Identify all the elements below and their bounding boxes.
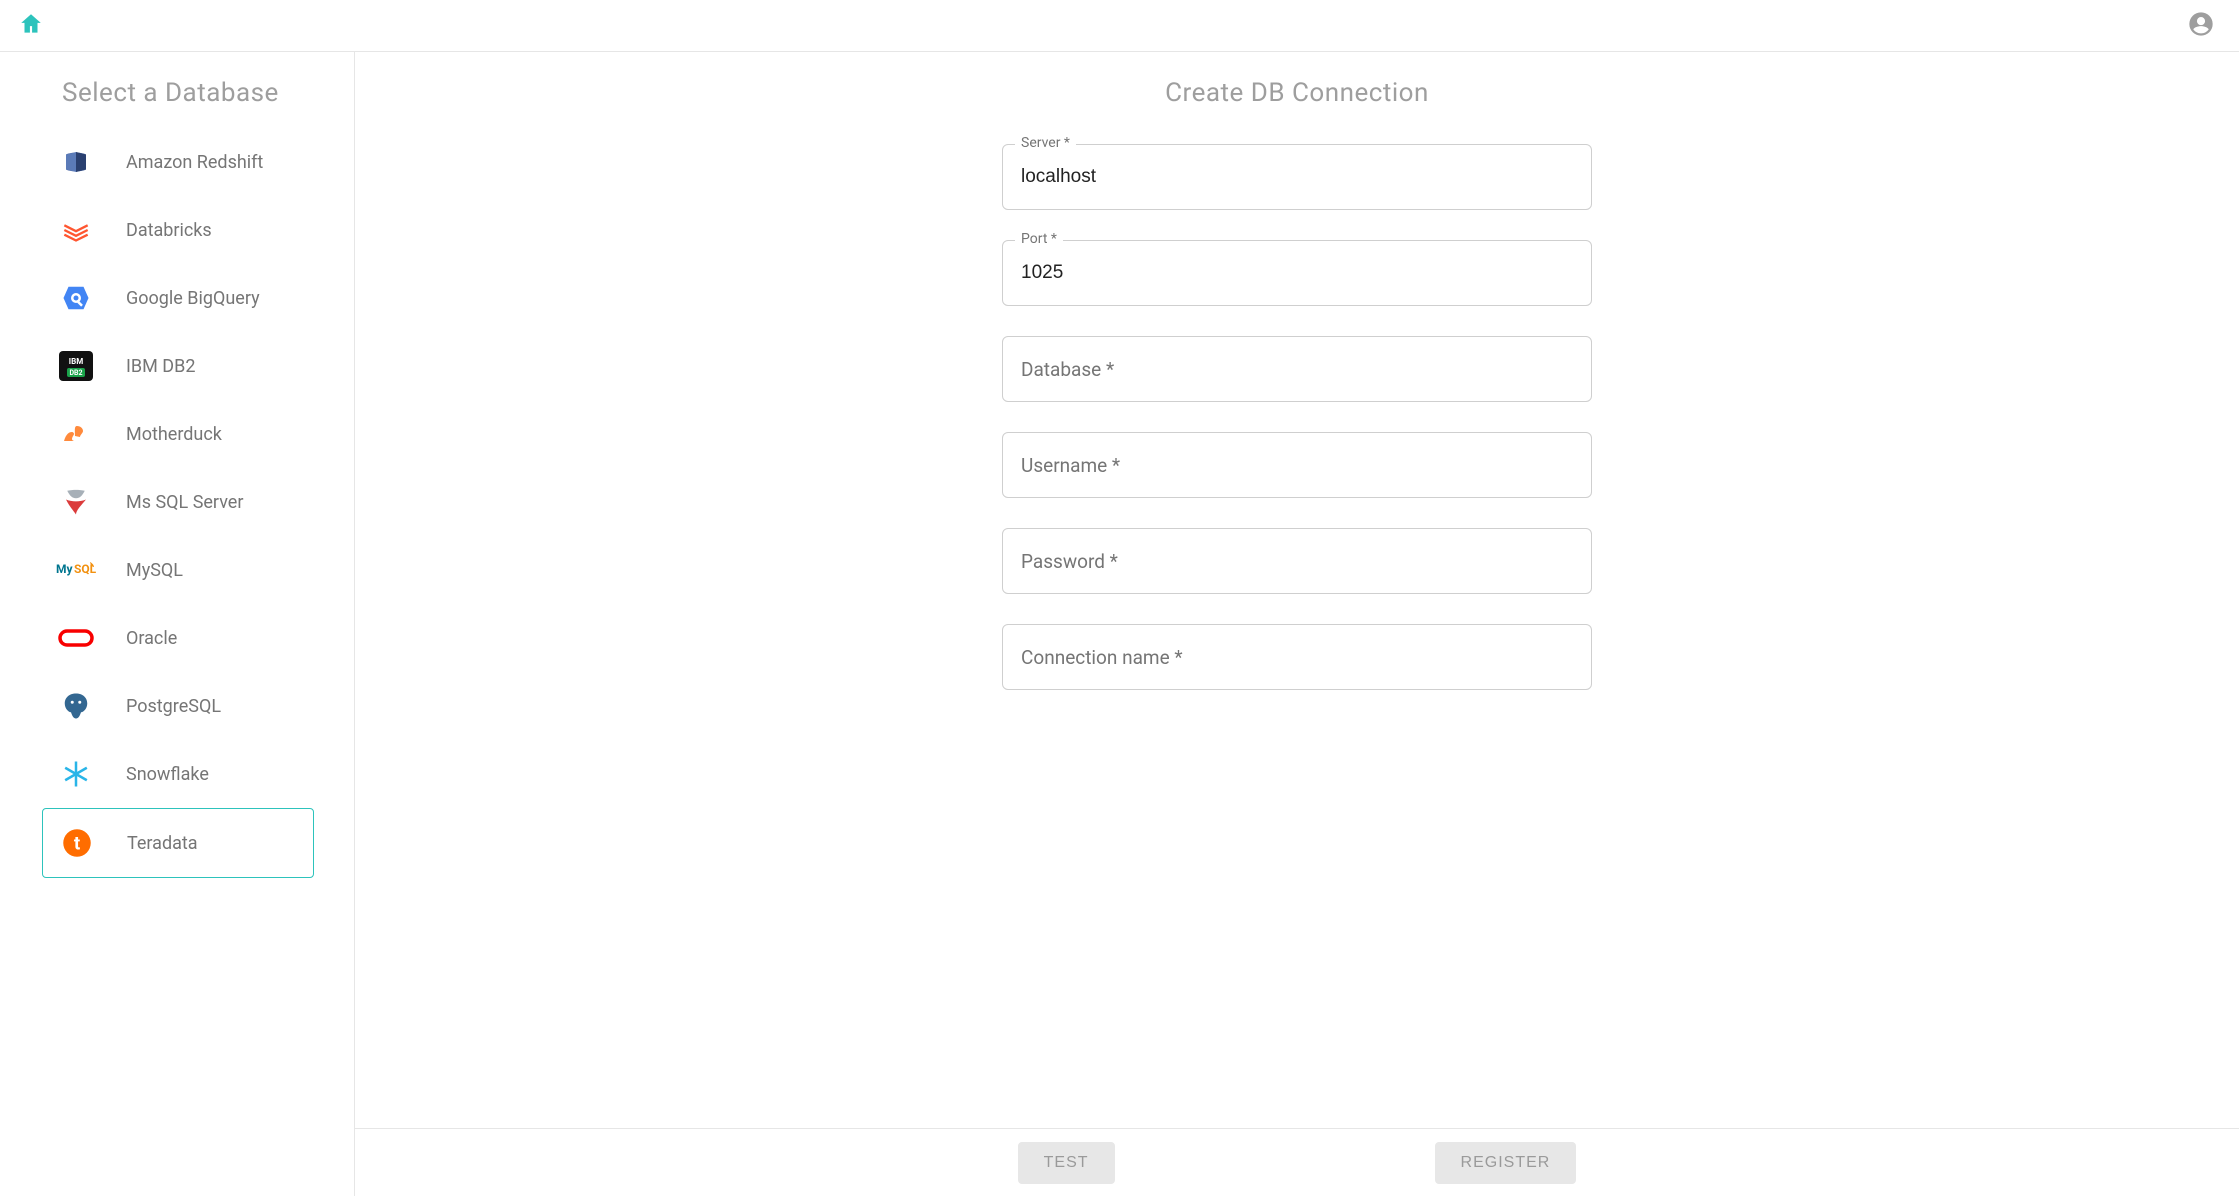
mssql-icon xyxy=(56,484,96,520)
sidebar-item-label: Google BigQuery xyxy=(126,288,260,309)
register-button[interactable]: REGISTER xyxy=(1435,1142,1577,1184)
teradata-icon: t xyxy=(57,825,97,861)
connection-name-field[interactable] xyxy=(1021,646,1573,668)
database-field[interactable] xyxy=(1021,358,1573,380)
mysql-icon: MySQL xyxy=(56,552,96,588)
postgresql-icon xyxy=(56,688,96,724)
page-title: Create DB Connection xyxy=(355,78,2239,108)
password-field-container: Password * xyxy=(1002,528,1592,594)
sidebar-item-amazon-redshift[interactable]: Amazon Redshift xyxy=(42,128,314,196)
sidebar-item-mysql[interactable]: MySQL MySQL xyxy=(42,536,314,604)
server-field-container: Server * xyxy=(1002,144,1592,210)
sidebar-item-label: Databricks xyxy=(126,220,212,241)
port-field-label: Port * xyxy=(1015,231,1063,247)
sidebar-item-motherduck[interactable]: Motherduck xyxy=(42,400,314,468)
svg-text:My: My xyxy=(56,562,74,576)
server-field[interactable] xyxy=(1021,166,1573,188)
sidebar-item-google-bigquery[interactable]: Google BigQuery xyxy=(42,264,314,332)
snowflake-icon xyxy=(56,756,96,792)
redshift-icon xyxy=(56,144,96,180)
sidebar-item-mssql[interactable]: Ms SQL Server xyxy=(42,468,314,536)
form-wrap: Create DB Connection Server * Port * Dat… xyxy=(355,52,2239,1128)
svg-text:t: t xyxy=(74,832,80,854)
port-field[interactable] xyxy=(1021,262,1573,284)
topbar xyxy=(0,0,2239,52)
account-icon xyxy=(2187,23,2215,42)
server-field-label: Server * xyxy=(1015,135,1076,151)
sidebar-item-label: Oracle xyxy=(126,628,177,649)
sidebar-item-snowflake[interactable]: Snowflake xyxy=(42,740,314,808)
sidebar-title: Select a Database xyxy=(62,78,314,108)
username-field-container: Username * xyxy=(1002,432,1592,498)
home-button[interactable] xyxy=(18,11,44,41)
db2-icon: IBM DB2 xyxy=(56,348,96,384)
motherduck-icon xyxy=(56,416,96,452)
sidebar-item-label: PostgreSQL xyxy=(126,696,221,717)
svg-text:IBM: IBM xyxy=(69,357,83,366)
home-icon xyxy=(18,22,44,41)
layout: Select a Database Amazon Redshift Databr… xyxy=(0,52,2239,1196)
test-button[interactable]: TEST xyxy=(1018,1142,1115,1184)
sidebar-item-label: Snowflake xyxy=(126,764,209,785)
sidebar-item-label: Amazon Redshift xyxy=(126,152,263,173)
port-field-container: Port * xyxy=(1002,240,1592,306)
sidebar-item-label: Teradata xyxy=(127,833,198,854)
account-button[interactable] xyxy=(2187,10,2215,42)
sidebar-item-label: Motherduck xyxy=(126,424,222,445)
sidebar: Select a Database Amazon Redshift Databr… xyxy=(0,52,355,1196)
sidebar-item-teradata[interactable]: t Teradata xyxy=(42,808,314,878)
sidebar-item-label: IBM DB2 xyxy=(126,356,195,377)
database-list: Amazon Redshift Databricks Google BigQue… xyxy=(42,128,314,878)
connection-name-field-container: Connection name * xyxy=(1002,624,1592,690)
sidebar-item-ibm-db2[interactable]: IBM DB2 IBM DB2 xyxy=(42,332,314,400)
sidebar-item-databricks[interactable]: Databricks xyxy=(42,196,314,264)
sidebar-item-postgresql[interactable]: PostgreSQL xyxy=(42,672,314,740)
connection-form: Server * Port * Database * Username * Pa xyxy=(1002,144,1592,690)
sidebar-item-oracle[interactable]: Oracle xyxy=(42,604,314,672)
svg-text:DB2: DB2 xyxy=(69,369,82,377)
password-field[interactable] xyxy=(1021,550,1573,572)
databricks-icon xyxy=(56,212,96,248)
database-field-container: Database * xyxy=(1002,336,1592,402)
sidebar-item-label: Ms SQL Server xyxy=(126,492,243,513)
footer: TEST REGISTER xyxy=(355,1128,2239,1196)
username-field[interactable] xyxy=(1021,454,1573,476)
bigquery-icon xyxy=(56,280,96,316)
oracle-icon xyxy=(56,620,96,656)
main: Create DB Connection Server * Port * Dat… xyxy=(355,52,2239,1196)
sidebar-item-label: MySQL xyxy=(126,560,183,581)
